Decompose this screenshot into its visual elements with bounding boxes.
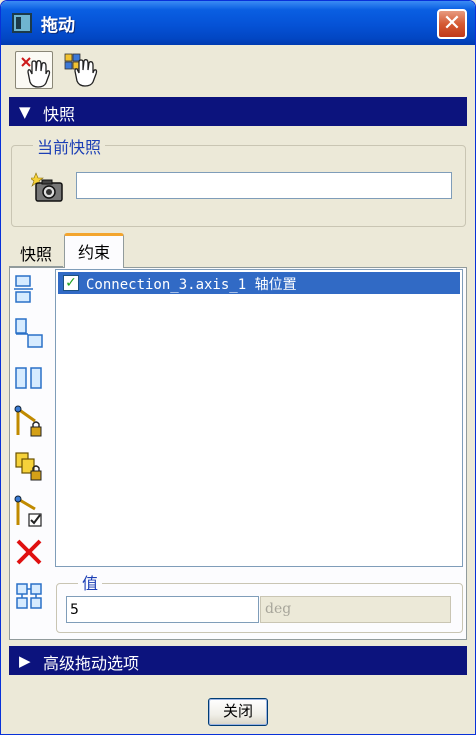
constraint-enabled-checkbox[interactable]: ✓ <box>63 275 79 291</box>
align-top-icon <box>14 275 33 303</box>
expand-down-icon: ▼ <box>19 103 31 121</box>
grid-arrange-icon <box>16 583 42 609</box>
align-side-icon <box>15 367 42 389</box>
constraint-row[interactable]: ✓ Connection_3.axis_1 轴位置 <box>58 272 460 294</box>
link-check-button[interactable] <box>13 493 45 529</box>
constraint-row-label: Connection_3.axis_1 轴位置 <box>86 277 297 293</box>
body-lock-button[interactable] <box>13 447 45 483</box>
expand-right-icon: ▶ <box>19 652 31 670</box>
align-side-button[interactable] <box>13 359 45 395</box>
title-bar[interactable]: 拖动 ✕ <box>1 1 475 45</box>
take-snapshot-button[interactable] <box>29 171 67 205</box>
close-button[interactable]: 关闭 <box>208 698 268 726</box>
link-check-icon <box>14 495 42 527</box>
window-title: 拖动 <box>41 16 75 36</box>
align-top-button[interactable] <box>13 271 45 307</box>
constraint-list[interactable]: ✓ Connection_3.axis_1 轴位置 <box>55 269 463 567</box>
camera-icon <box>29 172 63 202</box>
value-label: 值 <box>78 570 103 594</box>
tab-snapshot[interactable]: 快照 <box>9 238 63 267</box>
value-field[interactable] <box>66 596 259 623</box>
delete-constraint-button[interactable] <box>13 535 45 571</box>
drag-dialog: 拖动 ✕ ▼ 快照 当前快照 快照 约束 ✓ Connection_3.axis… <box>0 0 476 735</box>
drag-hand-grid-icon <box>64 53 98 87</box>
snapshot-section-label: 快照 <box>43 105 76 124</box>
window-close-button[interactable]: ✕ <box>437 9 467 39</box>
drag-select-button[interactable] <box>15 51 53 89</box>
drag-hand-select-icon <box>21 57 51 88</box>
link-lock-icon <box>14 405 42 437</box>
align-offset-icon <box>15 318 43 348</box>
grid-arrange-button[interactable] <box>13 579 45 615</box>
align-offset-button[interactable] <box>13 315 45 351</box>
current-snapshot-label: 当前快照 <box>33 134 106 158</box>
drag-grid-button[interactable] <box>63 51 101 89</box>
link-lock-button[interactable] <box>13 403 45 439</box>
snapshot-name-field[interactable] <box>76 172 452 199</box>
tab-constraint[interactable]: 约束 <box>64 233 124 268</box>
advanced-drag-options-header[interactable]: ▶ 高级拖动选项 <box>9 646 467 675</box>
unit-field: deg <box>260 596 451 623</box>
advanced-drag-options-label: 高级拖动选项 <box>43 654 140 673</box>
snapshot-section-header[interactable]: ▼ 快照 <box>9 97 467 126</box>
delete-x-icon <box>16 539 42 565</box>
body-lock-icon <box>15 452 42 481</box>
window-icon <box>12 13 32 33</box>
